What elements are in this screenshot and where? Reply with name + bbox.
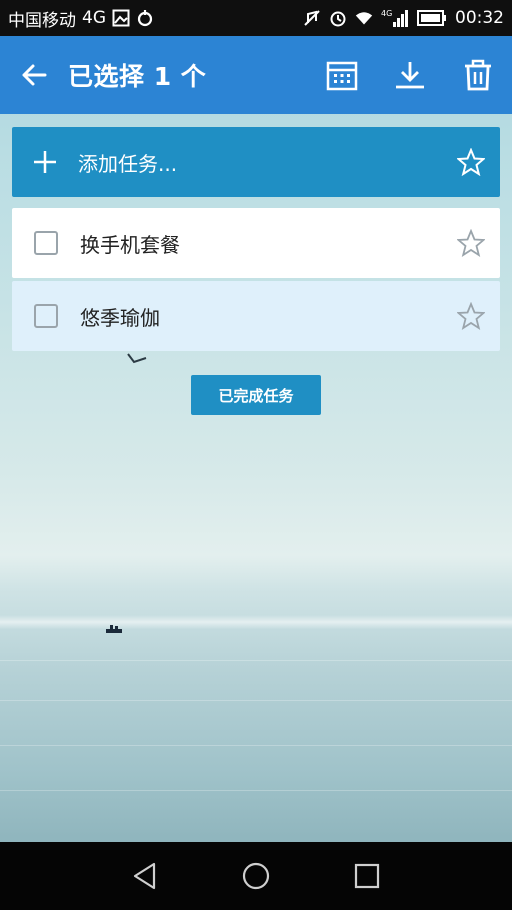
nav-back-button[interactable]: [125, 856, 165, 896]
alarm-icon: [329, 9, 347, 27]
nav-recents-button[interactable]: [347, 856, 387, 896]
arrow-left-icon: [22, 64, 47, 86]
add-task-star-button[interactable]: [442, 148, 500, 176]
completed-tasks-button[interactable]: 已完成任务: [191, 375, 321, 415]
task-checkbox[interactable]: [34, 304, 58, 328]
wifi-icon: [355, 9, 373, 27]
star-icon: [457, 148, 485, 176]
network-label: 4G: [82, 8, 106, 28]
app-bar: 已选择 1 个: [0, 36, 512, 114]
boat-icon: [106, 625, 122, 633]
home-circle-icon: [242, 862, 270, 890]
recents-square-icon: [354, 863, 379, 889]
signal-icon: 4G: [381, 9, 409, 27]
back-button[interactable]: [0, 36, 68, 114]
mute-icon: [303, 9, 321, 27]
nav-home-button[interactable]: [236, 856, 276, 896]
task-title: 换手机套餐: [80, 232, 180, 257]
delete-button[interactable]: [444, 36, 512, 114]
page-title: 已选择 1 个: [68, 62, 207, 91]
add-task-row[interactable]: 添加任务...: [12, 127, 500, 197]
carrier-label: 中国移动: [8, 10, 76, 31]
task-row-selected[interactable]: 悠季瑜伽: [12, 281, 500, 351]
status-bar: 中国移动 4G 4G 00:32: [0, 0, 512, 36]
task-title: 悠季瑜伽: [80, 305, 160, 330]
clock: 00:32: [455, 8, 504, 28]
bird-icon: [127, 353, 147, 364]
calendar-icon: [326, 61, 358, 91]
battery-icon: [417, 9, 447, 27]
task-star-button[interactable]: [442, 302, 500, 330]
task-star-button[interactable]: [442, 229, 500, 257]
star-icon: [457, 302, 485, 330]
download-icon: [396, 62, 424, 89]
back-triangle-icon: [134, 862, 156, 890]
trash-icon: [465, 59, 491, 91]
navigation-bar: [0, 842, 512, 910]
download-button[interactable]: [376, 36, 444, 114]
image-icon: [112, 9, 130, 27]
task-row[interactable]: 换手机套餐: [12, 208, 500, 278]
horizon: [0, 615, 512, 629]
signal-label: 4G: [381, 9, 392, 18]
calendar-button[interactable]: [308, 36, 376, 114]
plus-icon: [34, 151, 56, 173]
task-checkbox[interactable]: [34, 231, 58, 255]
star-icon: [457, 229, 485, 257]
sync-icon: [136, 9, 154, 27]
add-task-label: 添加任务...: [78, 151, 178, 176]
